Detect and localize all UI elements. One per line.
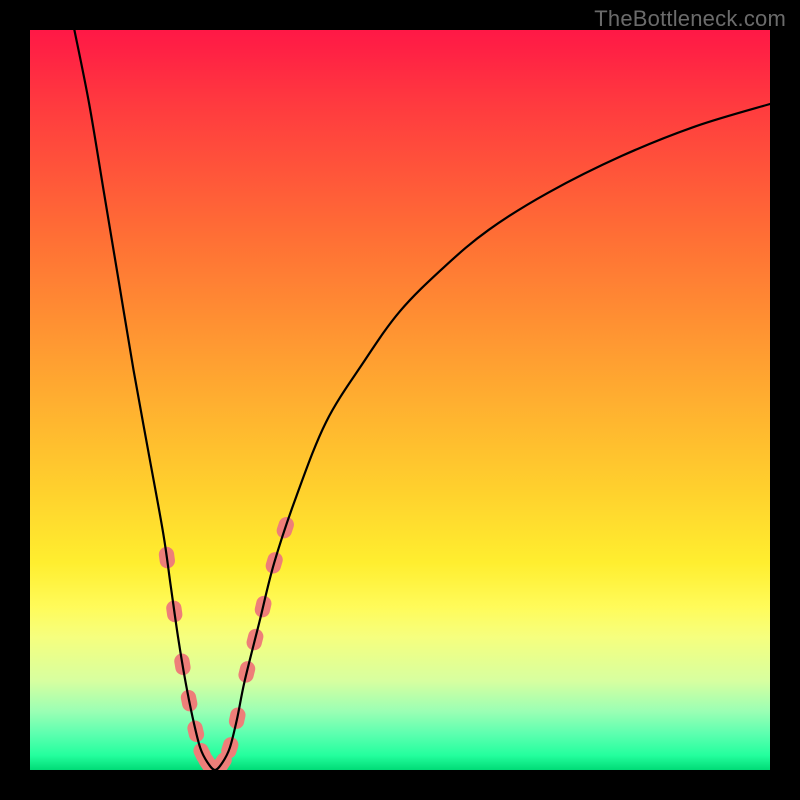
chart-plot-area — [30, 30, 770, 770]
watermark-text: TheBottleneck.com — [594, 6, 786, 32]
stage: TheBottleneck.com — [0, 0, 800, 800]
bottleneck-chart — [30, 30, 770, 770]
